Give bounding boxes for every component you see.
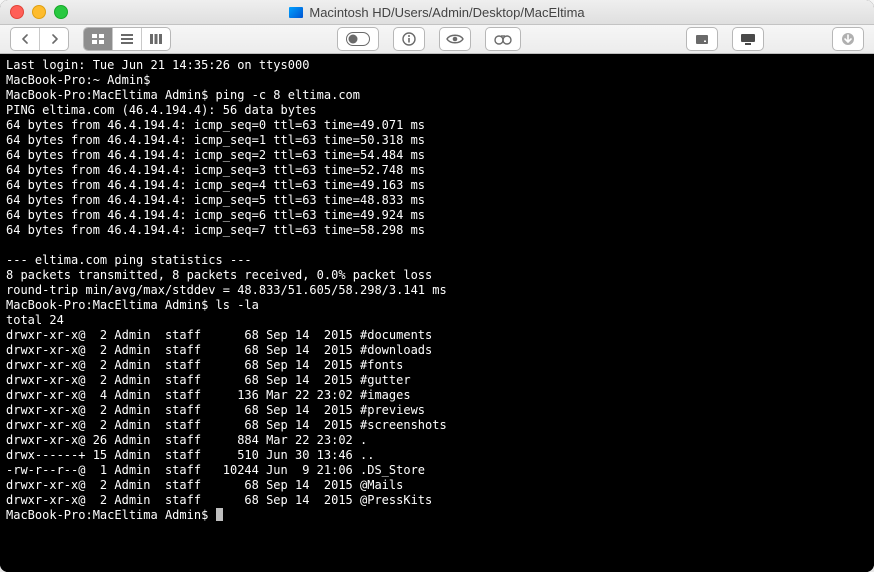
disk-button[interactable] <box>686 27 718 51</box>
back-button[interactable] <box>11 28 39 50</box>
toggle-button[interactable] <box>337 27 379 51</box>
column-view-button[interactable] <box>141 28 170 50</box>
close-icon[interactable] <box>10 5 24 19</box>
app-window: Macintosh HD/Users/Admin/Desktop/MacElti… <box>0 0 874 572</box>
app-icon <box>289 7 303 18</box>
info-button[interactable] <box>393 27 425 51</box>
binoculars-button[interactable] <box>485 27 521 51</box>
zoom-icon[interactable] <box>54 5 68 19</box>
download-button[interactable] <box>832 27 864 51</box>
quicklook-button[interactable] <box>439 27 471 51</box>
titlebar: Macintosh HD/Users/Admin/Desktop/MacElti… <box>0 0 874 25</box>
list-view-button[interactable] <box>112 28 141 50</box>
terminal-cursor <box>216 508 223 521</box>
forward-button[interactable] <box>39 28 68 50</box>
window-controls <box>10 5 68 19</box>
grid-view-button[interactable] <box>84 28 112 50</box>
window-title-text: Macintosh HD/Users/Admin/Desktop/MacElti… <box>309 5 584 20</box>
view-segment <box>83 27 171 51</box>
nav-segment <box>10 27 69 51</box>
toolbar <box>0 25 874 54</box>
desktop-button[interactable] <box>732 27 764 51</box>
minimize-icon[interactable] <box>32 5 46 19</box>
terminal-output[interactable]: Last login: Tue Jun 21 14:35:26 on ttys0… <box>0 54 874 572</box>
window-title: Macintosh HD/Users/Admin/Desktop/MacElti… <box>0 5 874 20</box>
